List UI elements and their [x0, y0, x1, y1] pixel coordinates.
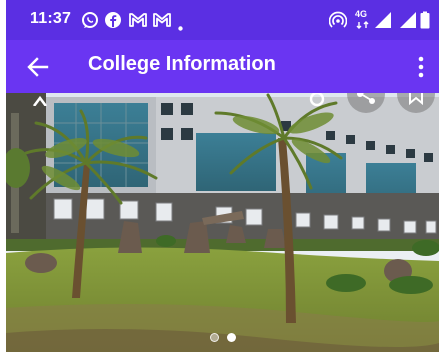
college-building-photo: [6, 93, 439, 352]
record-icon: [309, 93, 325, 107]
hotspot-icon: [328, 11, 348, 29]
status-time: 11:37: [30, 10, 72, 27]
dot-icon: [178, 18, 183, 31]
more-options-button[interactable]: [409, 52, 433, 82]
gmail-icon: [152, 11, 171, 29]
signal-icon: [374, 11, 392, 29]
signal-icon: [399, 11, 417, 29]
network-label: 4G: [355, 9, 368, 19]
image-gallery[interactable]: [6, 93, 439, 352]
battery-icon: [420, 11, 430, 29]
arrow-left-icon: [27, 57, 49, 77]
more-vertical-icon: [418, 56, 424, 78]
back-button[interactable]: [22, 52, 54, 82]
facebook-icon: [104, 11, 122, 29]
bookmark-icon: [409, 93, 423, 105]
pager-dot[interactable]: [209, 333, 219, 342]
share-icon: [357, 93, 375, 104]
page-title: College Information: [88, 53, 276, 75]
status-bar: 11:37 4G: [6, 0, 439, 40]
gallery-pager: [6, 333, 439, 342]
4g-icon: 4G: [354, 8, 372, 30]
gmail-icon: [128, 11, 147, 29]
screen: 11:37 4G College Information: [6, 0, 439, 352]
pager-dot-active[interactable]: [226, 333, 236, 342]
close-button[interactable]: [26, 94, 54, 106]
app-bar: College Information: [6, 40, 439, 93]
close-icon: [32, 95, 48, 106]
whatsapp-icon: [81, 11, 99, 29]
